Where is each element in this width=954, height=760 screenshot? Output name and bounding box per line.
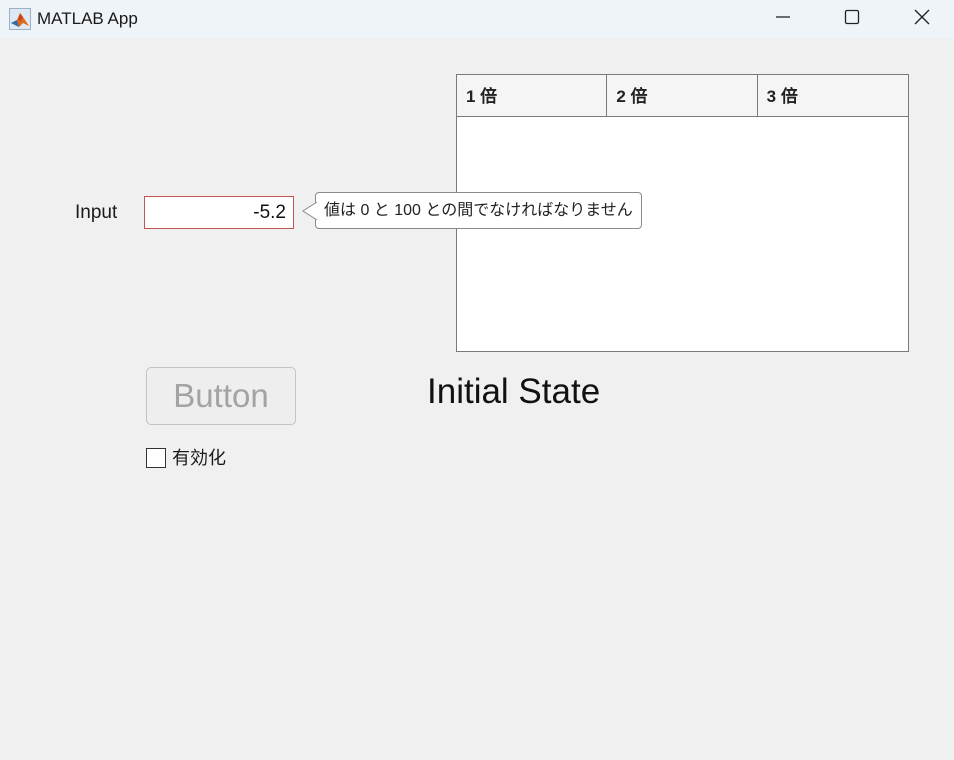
enable-checkbox[interactable]: 有効化 xyxy=(146,447,226,469)
column-header[interactable]: 2 倍 xyxy=(607,75,758,116)
numeric-edit-field[interactable] xyxy=(144,196,294,229)
close-button[interactable] xyxy=(899,0,945,38)
validation-tooltip: 値は 0 と 100 との間でなければなりません xyxy=(315,192,642,229)
matlab-logo-icon xyxy=(9,8,31,30)
minimize-button[interactable] xyxy=(760,0,806,38)
checkbox-label[interactable]: 有効化 xyxy=(172,447,226,469)
maximize-button[interactable] xyxy=(829,0,875,38)
close-icon xyxy=(913,8,931,31)
status-label: Initial State xyxy=(427,372,601,411)
column-header[interactable]: 3 倍 xyxy=(758,75,908,116)
column-header[interactable]: 1 倍 xyxy=(457,75,608,116)
title-bar[interactable]: MATLAB App xyxy=(0,0,954,38)
app-window: MATLAB App Input 値は 0 と 100 との間でなければなりませ… xyxy=(0,0,954,760)
maximize-icon xyxy=(844,9,860,30)
table-header: 1 倍 2 倍 3 倍 xyxy=(457,75,908,117)
tooltip-arrow xyxy=(302,201,319,221)
minimize-icon xyxy=(775,9,791,30)
input-label: Input xyxy=(75,202,118,223)
window-title: MATLAB App xyxy=(37,9,138,28)
disabled-button[interactable]: Button xyxy=(146,367,296,425)
checkbox-box[interactable] xyxy=(146,448,166,468)
